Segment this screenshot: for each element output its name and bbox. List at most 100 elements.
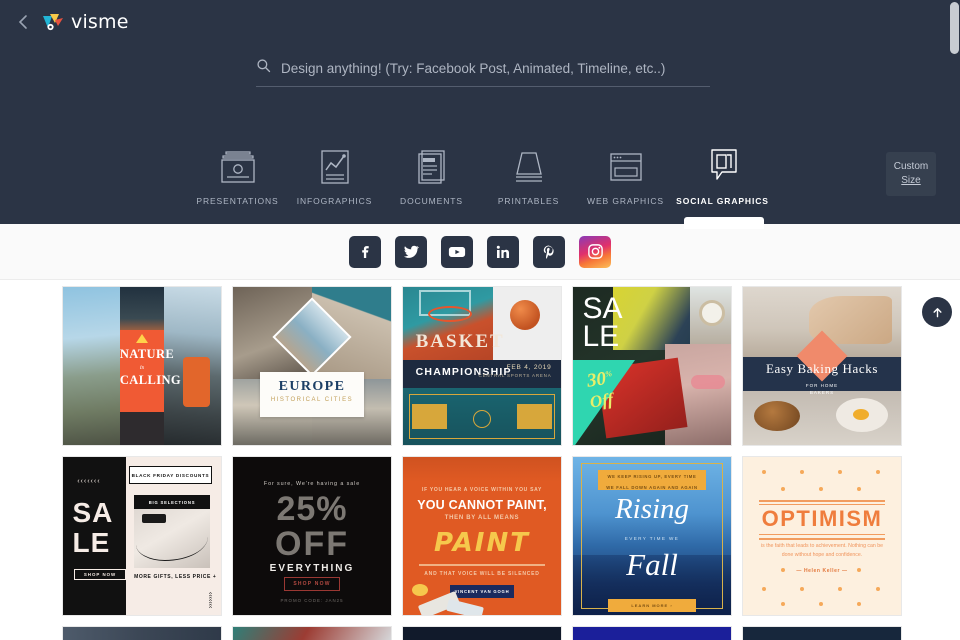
card-art-top-tools bbox=[403, 457, 561, 483]
document-icon bbox=[417, 148, 447, 184]
custom-size-line2: Size bbox=[901, 175, 921, 186]
card-shop-button: SHOP NOW bbox=[74, 569, 127, 581]
card-art-dot bbox=[799, 586, 804, 591]
template-card-sale-30-off[interactable]: SA LE 30% Off bbox=[572, 286, 732, 446]
card-date-text: FEB 4, 2019 bbox=[506, 364, 552, 372]
card-promo-code: PROMO CODE: JAN25 bbox=[280, 597, 344, 603]
card-title: NATURE bbox=[119, 347, 175, 362]
card-art-dot bbox=[761, 469, 766, 474]
card-art-basketball bbox=[510, 299, 541, 330]
card-text-plate: EUROPE HISTORICAL CITIES bbox=[259, 372, 365, 417]
card-art-dot bbox=[799, 469, 804, 474]
category-label: SOCIAL GRAPHICS bbox=[676, 196, 769, 206]
card-middle-text: EVERY TIME WE bbox=[624, 536, 680, 541]
custom-size-button[interactable]: Custom Size bbox=[886, 152, 936, 196]
card-ribbon-text: BLACK FRIDAY DISCOUNTS bbox=[131, 472, 210, 478]
card-ribbon: BLACK FRIDAY DISCOUNTS bbox=[129, 466, 212, 484]
card-title: SA LE bbox=[72, 498, 113, 558]
visme-logo-icon bbox=[42, 12, 64, 32]
card-title2: Fall bbox=[626, 547, 678, 583]
card-art-bg bbox=[743, 457, 901, 615]
card-art-dot bbox=[875, 586, 880, 591]
category-social-graphics[interactable]: SOCIAL GRAPHICS bbox=[674, 148, 771, 206]
template-card-rising-fall[interactable]: WE KEEP RISING UP, EVERY TIME WE FALL DO… bbox=[572, 456, 732, 616]
category-infographics[interactable]: INFOGRAPHICS bbox=[286, 148, 383, 206]
brand-logo[interactable]: visme bbox=[42, 11, 129, 33]
card-photo-bar: BIG SELECTIONS bbox=[134, 494, 210, 510]
printable-icon bbox=[512, 148, 546, 184]
card-venue: CENTRAL SPORTS ARENA bbox=[478, 373, 552, 379]
template-grid: NATURE is CALLING EUROPE HISTORICAL CITI… bbox=[62, 286, 960, 616]
card-kicker: For sure, We're having a sale bbox=[263, 480, 361, 487]
category-label: WEB GRAPHICS bbox=[587, 196, 664, 206]
presentation-icon bbox=[220, 148, 256, 184]
card-subtitle: CALLING bbox=[119, 373, 182, 388]
card-art-dot bbox=[856, 487, 861, 492]
brand-name: visme bbox=[71, 11, 129, 33]
card-art-rule bbox=[758, 537, 886, 540]
card-art-rim bbox=[428, 305, 473, 322]
page-scrollbar-thumb[interactable] bbox=[950, 2, 959, 54]
chevron-left-icon[interactable] bbox=[14, 13, 32, 31]
template-card-partial[interactable] bbox=[232, 626, 392, 640]
social-youtube-button[interactable] bbox=[441, 235, 473, 268]
card-subtitle-line2: BAKERS bbox=[809, 389, 835, 395]
card-script: is bbox=[139, 364, 145, 372]
category-nav: PRESENTATIONS INFOGRAPHICS DOCUMENTS PRI… bbox=[0, 148, 960, 206]
card-art-key-right bbox=[516, 403, 552, 430]
category-presentations[interactable]: PRESENTATIONS bbox=[189, 148, 286, 206]
template-card-partial[interactable] bbox=[742, 626, 902, 640]
card-banner: WE KEEP RISING UP, EVERY TIME WE FALL DO… bbox=[598, 469, 706, 491]
card-art-brush-rule bbox=[418, 564, 546, 567]
search-input[interactable] bbox=[281, 60, 710, 76]
search-bar[interactable] bbox=[256, 58, 710, 87]
card-big-off: OFF bbox=[275, 524, 349, 563]
category-label: DOCUMENTS bbox=[400, 196, 463, 206]
social-network-filter-bar bbox=[0, 224, 960, 280]
card-body: is the faith that leads to achievement. … bbox=[761, 543, 883, 558]
page-scrollbar[interactable] bbox=[949, 0, 960, 640]
card-line4: AND THAT VOICE WILL BE SILENCED bbox=[424, 570, 540, 577]
card-footer-text: LEARN MORE › bbox=[631, 603, 673, 609]
scroll-to-top-button[interactable] bbox=[922, 297, 952, 327]
card-art-dot bbox=[837, 469, 842, 474]
template-card-25-percent-off[interactable]: For sure, We're having a sale 25% OFF EV… bbox=[232, 456, 392, 616]
category-web-graphics[interactable]: WEB GRAPHICS bbox=[577, 148, 674, 206]
template-card-nature-is-calling[interactable]: NATURE is CALLING bbox=[62, 286, 222, 446]
card-shop-button: SHOP NOW bbox=[283, 577, 341, 592]
template-card-basket-championship[interactable]: BASKET CHAMPIONSHIP FEB 4, 2019 CENTRAL … bbox=[402, 286, 562, 446]
card-word-paint: PAINT bbox=[434, 528, 530, 559]
card-subtitle: FOR HOME BAKERS bbox=[743, 382, 901, 396]
active-tab-indicator bbox=[684, 217, 764, 229]
template-card-easy-baking-hacks[interactable]: Easy Baking Hacks FOR HOME BAKERS bbox=[742, 286, 902, 446]
card-title-line2: LE bbox=[72, 527, 111, 559]
card-art-watch-face bbox=[698, 299, 725, 326]
card-title: BASKET bbox=[415, 331, 505, 353]
template-card-europe-historical-cities[interactable]: EUROPE HISTORICAL CITIES bbox=[232, 286, 392, 446]
template-card-partial[interactable] bbox=[62, 626, 222, 640]
template-card-optimism-quote[interactable]: OPTIMISM is the faith that leads to achi… bbox=[742, 456, 902, 616]
search-icon bbox=[256, 58, 271, 78]
category-documents[interactable]: DOCUMENTS bbox=[383, 148, 480, 206]
template-card-partial[interactable] bbox=[572, 626, 732, 640]
web-graphics-icon bbox=[609, 148, 643, 184]
card-art-chevrons-bottom: ‹‹‹‹‹‹‹ bbox=[206, 592, 214, 609]
social-pinterest-button[interactable] bbox=[533, 235, 565, 268]
card-art-dot bbox=[875, 469, 880, 474]
category-label: INFOGRAPHICS bbox=[296, 196, 373, 206]
card-title: OPTIMISM bbox=[761, 505, 883, 531]
social-instagram-button[interactable] bbox=[579, 235, 611, 268]
card-art-dot bbox=[818, 487, 823, 492]
social-twitter-button[interactable] bbox=[395, 235, 427, 268]
card-discount-pct: % bbox=[604, 369, 613, 379]
category-printables[interactable]: PRINTABLES bbox=[480, 148, 577, 206]
template-card-black-friday-sale[interactable]: ‹‹‹‹‹‹‹ BLACK FRIDAY DISCOUNTS BIG SELEC… bbox=[62, 456, 222, 616]
social-linkedin-button[interactable] bbox=[487, 235, 519, 268]
template-card-partial[interactable] bbox=[402, 626, 562, 640]
card-date: FEB 4, 2019 CENTRAL SPORTS ARENA bbox=[479, 364, 552, 378]
card-title-line1: SA bbox=[72, 497, 114, 529]
template-card-van-gogh-paint-quote[interactable]: IF YOU HEAR A VOICE WITHIN YOU SAY YOU C… bbox=[402, 456, 562, 616]
social-facebook-button[interactable] bbox=[349, 235, 381, 268]
card-title: Easy Baking Hacks bbox=[765, 361, 878, 377]
card-title-line2: LE bbox=[582, 319, 620, 353]
